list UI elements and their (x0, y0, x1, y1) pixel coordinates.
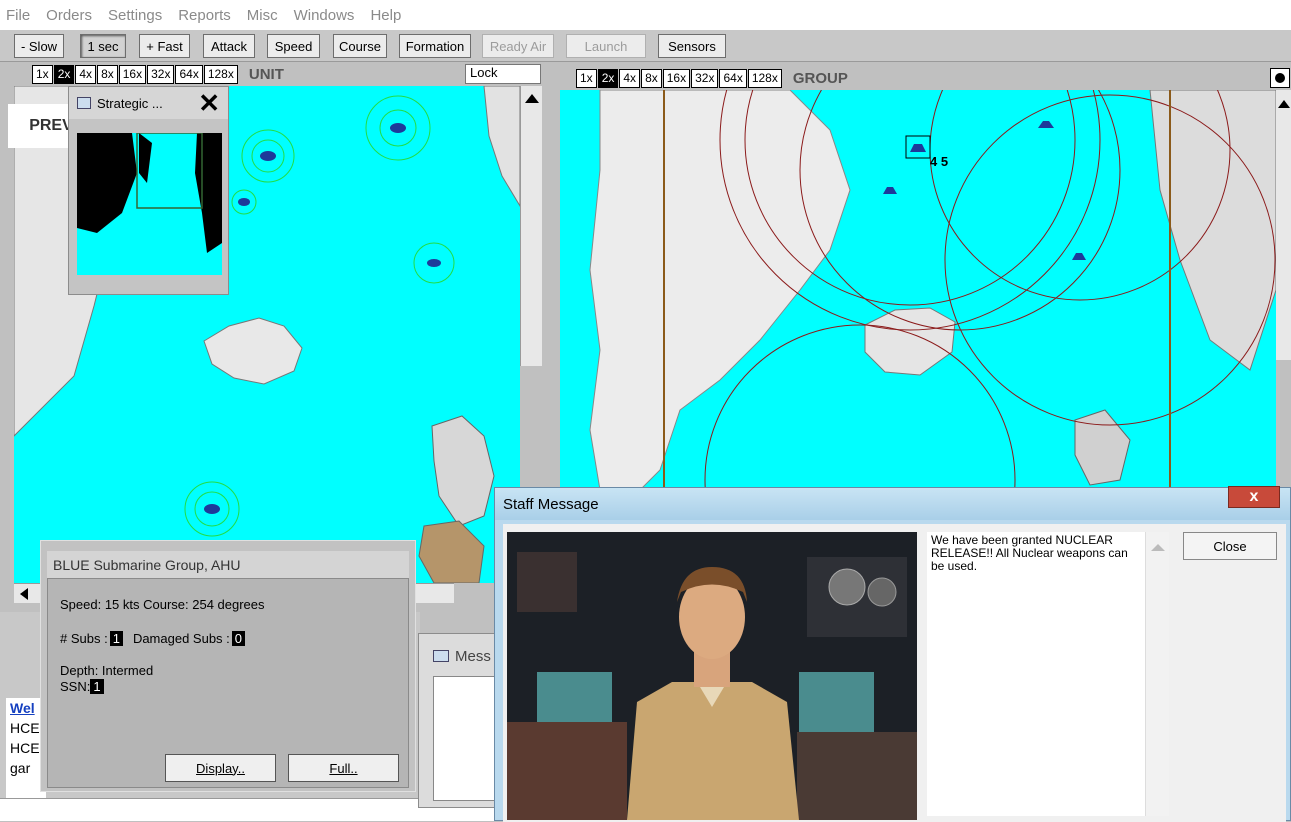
officer-portrait (507, 532, 917, 820)
message-scrollbar[interactable] (1145, 532, 1169, 816)
track-label: 4 5 (930, 154, 949, 169)
staff-body: We have been granted NUCLEAR RELEASE!! A… (503, 524, 1286, 822)
zoom-32x[interactable]: 32x (147, 64, 175, 84)
strategic-title: Strategic ... (97, 95, 163, 111)
course-button[interactable]: Course (333, 34, 387, 58)
close-button[interactable]: Close (1183, 532, 1277, 560)
group-map-canvas (589, 90, 1276, 490)
window-icon (433, 650, 449, 662)
staff-message-dialog: Staff Message x We have been granted NUC… (494, 486, 1291, 822)
menu-windows[interactable]: Windows (294, 7, 355, 24)
messages-list[interactable] (433, 676, 497, 801)
menu-help[interactable]: Help (370, 7, 401, 24)
zoom-32x[interactable]: 32x (691, 68, 719, 88)
scroll-up-icon[interactable] (1150, 544, 1165, 551)
ready-air-button[interactable]: Ready Air (482, 34, 554, 58)
messages-titlebar: Mess (419, 634, 499, 678)
right-view-title: GROUP (792, 69, 848, 87)
unit-info-body: Speed: 15 kts Course: 254 degrees # Subs… (47, 578, 409, 788)
depth-text: Depth: Intermed (60, 663, 154, 678)
speed-button[interactable]: Speed (267, 34, 320, 58)
staff-message-text: We have been granted NUCLEAR RELEASE!! A… (927, 532, 1145, 816)
dialog-close-icon[interactable]: x (1228, 486, 1280, 508)
scroll-up-icon[interactable] (524, 94, 539, 103)
zoom-64x[interactable]: 64x (719, 68, 747, 88)
window-icon (77, 97, 91, 109)
menu-reports[interactable]: Reports (178, 7, 231, 24)
lock-field[interactable]: Lock (465, 64, 541, 84)
sensors-button[interactable]: Sensors (658, 34, 726, 58)
slow-button[interactable]: - Slow (14, 34, 64, 58)
display-button[interactable]: Display.. (165, 754, 276, 782)
zoom-4x[interactable]: 4x (619, 68, 641, 88)
zoom-128x[interactable]: 128x (747, 68, 782, 88)
zoom-2x[interactable]: 2x (53, 64, 75, 84)
close-icon[interactable]: ✕ (198, 90, 220, 116)
staff-title: Staff Message (503, 495, 599, 513)
zoom-1x[interactable]: 1x (32, 64, 53, 84)
subs-label: # Subs : (60, 631, 108, 646)
strategic-minimap[interactable] (77, 133, 222, 275)
damaged-value: 0 (231, 631, 246, 646)
zoom-64x[interactable]: 64x (175, 64, 203, 84)
fast-button[interactable]: + Fast (139, 34, 190, 58)
ssn-label: SSN: (60, 679, 91, 694)
staff-titlebar: Staff Message (495, 488, 1290, 520)
menu-settings[interactable]: Settings (108, 7, 162, 24)
menu-file[interactable]: File (6, 7, 30, 24)
unit-map-vscroll[interactable] (520, 86, 542, 366)
unit-info-title: BLUE Submarine Group, AHU (47, 551, 409, 578)
one-sec-button[interactable]: 1 sec (80, 34, 126, 58)
group-map[interactable]: 4 5 (560, 90, 1276, 490)
left-view-title: UNIT (248, 65, 284, 83)
zoom-16x[interactable]: 16x (118, 64, 147, 84)
zoom-4x[interactable]: 4x (75, 64, 97, 84)
launch-button[interactable]: Launch (566, 34, 646, 58)
menu-orders[interactable]: Orders (46, 7, 92, 24)
left-zoom-bar: 1x 2x 4x 8x 16x 32x 64x 128x UNIT (32, 64, 284, 84)
zoom-1x[interactable]: 1x (576, 68, 597, 88)
zoom-128x[interactable]: 128x (203, 64, 238, 84)
formation-button[interactable]: Formation (399, 34, 471, 58)
messages-window: Mess (418, 633, 500, 808)
subs-row: # Subs : 1 Damaged Subs : 0 (60, 631, 246, 646)
zoom-8x[interactable]: 8x (641, 68, 662, 88)
menu-bar: File Orders Settings Reports Misc Window… (0, 0, 1291, 30)
scroll-up-icon[interactable] (1277, 100, 1290, 108)
record-dot-icon[interactable] (1270, 68, 1290, 88)
damaged-label: Damaged Subs : (132, 631, 230, 646)
zoom-16x[interactable]: 16x (662, 68, 691, 88)
group-map-vscroll[interactable] (1276, 90, 1291, 360)
full-button[interactable]: Full.. (288, 754, 399, 782)
unit-info-window: BLUE Submarine Group, AHU Speed: 15 kts … (40, 540, 416, 792)
right-zoom-bar: 1x 2x 4x 8x 16x 32x 64x 128x GROUP (576, 68, 848, 88)
scroll-left-icon[interactable] (20, 588, 28, 600)
ssn-value: 1 (90, 679, 104, 694)
ssn-row: SSN: 1 (60, 679, 104, 694)
zoom-2x[interactable]: 2x (597, 68, 619, 88)
speed-course-text: Speed: 15 kts Course: 254 degrees (60, 597, 265, 612)
menu-misc[interactable]: Misc (247, 7, 278, 24)
messages-title: Mess (455, 647, 491, 665)
attack-button[interactable]: Attack (203, 34, 255, 58)
strategic-titlebar: Strategic ... ✕ (69, 87, 228, 119)
subs-value: 1 (109, 631, 123, 646)
toolbar: - Slow 1 sec + Fast Attack Speed Course … (0, 30, 1291, 62)
zoom-8x[interactable]: 8x (97, 64, 118, 84)
strategic-window: Strategic ... ✕ (68, 86, 229, 295)
